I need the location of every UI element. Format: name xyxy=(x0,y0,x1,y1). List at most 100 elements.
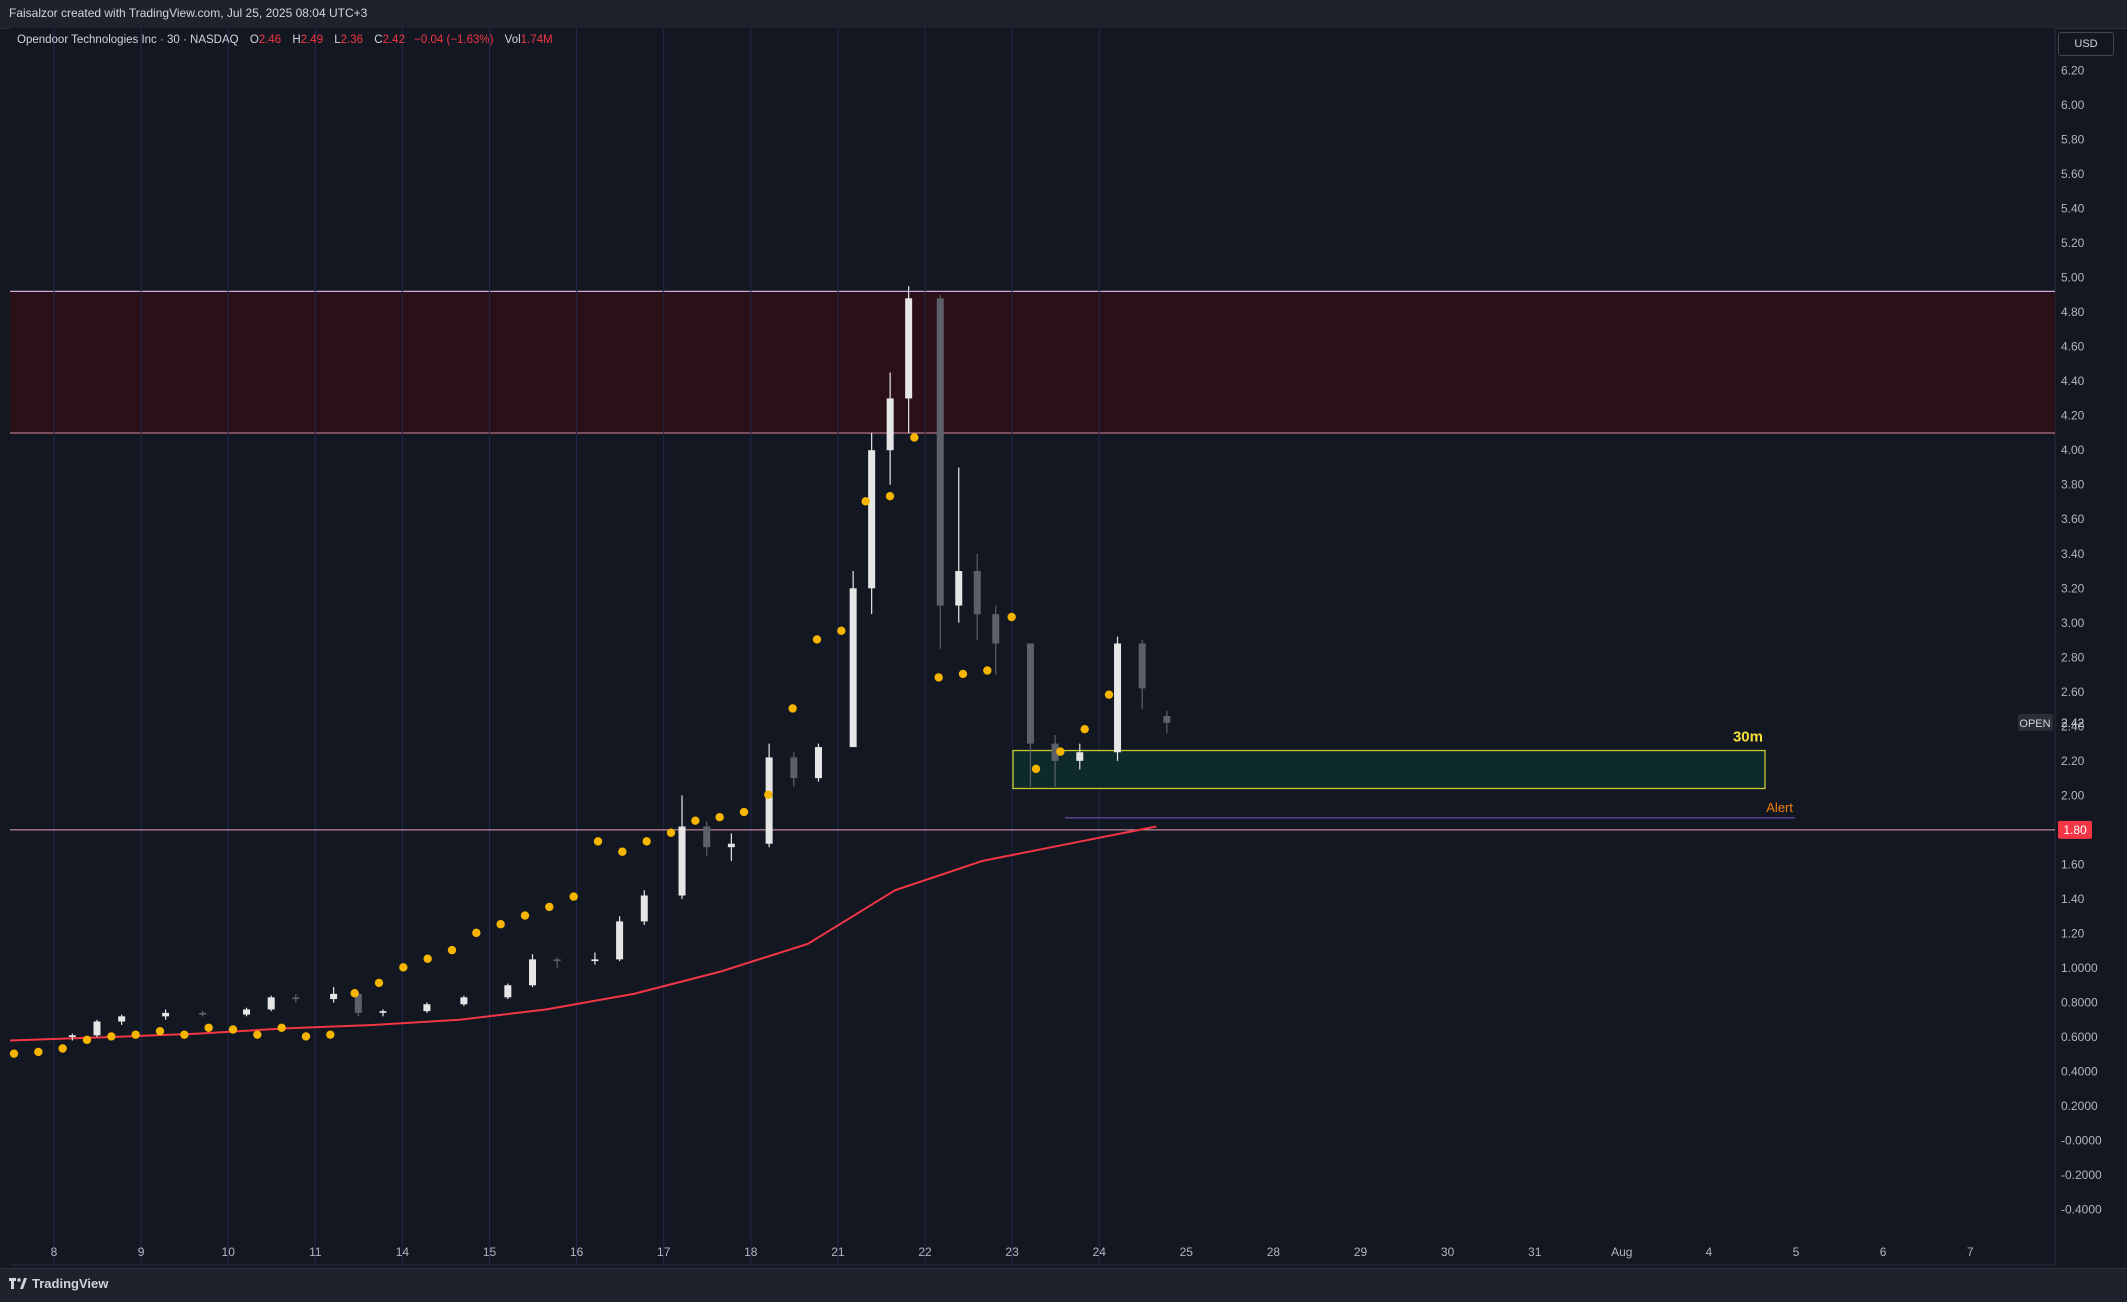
x-tick-label: 15 xyxy=(483,1245,497,1259)
y-tick-label: 5.20 xyxy=(2061,236,2085,250)
currency-selector[interactable]: USD xyxy=(2058,32,2114,56)
x-tick-label: 21 xyxy=(831,1245,845,1259)
x-tick-label: 18 xyxy=(744,1245,758,1259)
signal-dot xyxy=(1104,690,1114,699)
signal-dot xyxy=(885,491,895,501)
candle-body xyxy=(868,450,876,589)
y-tick-label: 3.60 xyxy=(2061,512,2085,526)
candle-body xyxy=(1138,643,1146,689)
signal-dot xyxy=(180,1030,189,1039)
close-value: 2.42 xyxy=(382,34,405,46)
candle-body xyxy=(243,1009,251,1015)
signal-dot xyxy=(277,1023,286,1032)
x-tick-label: 17 xyxy=(657,1245,671,1259)
y-tick-label: 0.6000 xyxy=(2061,1030,2098,1044)
volume-label: Vol xyxy=(504,34,521,46)
x-tick-label: 11 xyxy=(309,1245,322,1259)
signal-dot xyxy=(447,945,457,955)
y-tick-label: 3.40 xyxy=(2061,547,2085,561)
support-box-label: 30m xyxy=(1733,729,1763,746)
tradingview-brand: TradingView xyxy=(32,1276,109,1291)
y-tick-label: 4.60 xyxy=(2061,340,2085,354)
x-tick-label: 24 xyxy=(1093,1245,1107,1259)
x-tick-label: 10 xyxy=(222,1245,236,1259)
close-label: C xyxy=(374,34,383,46)
y-tick-label: 3.80 xyxy=(2061,478,2085,492)
resistance-zone xyxy=(10,291,2055,433)
signal-dot xyxy=(739,807,749,817)
candle-body xyxy=(765,757,773,844)
candle-body xyxy=(423,1004,431,1012)
signal-dot xyxy=(204,1023,213,1032)
alert-label: Alert xyxy=(1766,800,1793,815)
y-tick-label: 3.00 xyxy=(2061,616,2085,630)
candle-body xyxy=(849,588,857,748)
tradingview-logo-icon xyxy=(9,1277,27,1290)
y-tick-label: 0.4000 xyxy=(2061,1065,2098,1079)
symbol-legend: Opendoor Technologies Inc · 30 · NASDAQ … xyxy=(17,34,553,46)
y-tick-label: -0.4000 xyxy=(2061,1203,2102,1217)
candle-body xyxy=(267,997,275,1010)
signal-dot xyxy=(34,1047,43,1057)
signal-dot xyxy=(374,978,384,988)
signal-dot xyxy=(423,954,432,963)
x-tick-label: 31 xyxy=(1528,1245,1542,1259)
candle-body xyxy=(118,1016,126,1022)
candle-body xyxy=(703,826,711,848)
candle-body xyxy=(292,997,300,1000)
signal-dot xyxy=(520,911,530,920)
candle-body xyxy=(616,921,624,960)
x-tick-label: Aug xyxy=(1611,1245,1632,1259)
candle-body xyxy=(553,959,561,962)
candle-body xyxy=(790,757,798,779)
candle-body xyxy=(955,571,963,606)
candle-body xyxy=(992,614,1000,644)
signal-dot xyxy=(812,635,822,644)
x-tick-label: 9 xyxy=(138,1245,145,1259)
price-chart[interactable]: Alert 30m 6.20 6.00 5.80 5.60 5.40 5.20 5.00 4.80… xyxy=(0,0,2127,1301)
x-tick-label: 25 xyxy=(1180,1245,1194,1259)
y-tick-label: 6.00 xyxy=(2061,98,2085,112)
signal-dot xyxy=(691,816,700,825)
y-tick-label: 6.20 xyxy=(2061,63,2085,77)
signal-dot xyxy=(666,828,676,837)
signal-dot xyxy=(1031,764,1041,774)
signal-dot xyxy=(326,1030,335,1039)
signal-dot xyxy=(958,669,968,679)
candle-body xyxy=(379,1011,387,1013)
candle-body xyxy=(814,747,822,779)
candle-body xyxy=(1026,643,1034,744)
candle-body xyxy=(727,843,735,848)
signal-dot xyxy=(58,1044,67,1053)
signal-dot xyxy=(715,813,724,822)
x-tick-label: 16 xyxy=(570,1245,584,1259)
signal-dot xyxy=(837,626,846,635)
candle-body xyxy=(460,997,468,1005)
signal-dot xyxy=(399,963,408,972)
y-tick-label: 2.60 xyxy=(2061,685,2085,699)
y-tick-label: 1.0000 xyxy=(2061,961,2098,975)
y-tick-label: 1.20 xyxy=(2061,926,2085,940)
x-tick-label: 4 xyxy=(1706,1245,1713,1259)
x-tick-label: 23 xyxy=(1005,1245,1019,1259)
candle-body xyxy=(591,959,599,962)
candle-body xyxy=(1114,643,1122,753)
signal-dot xyxy=(228,1025,238,1034)
low-value: 2.36 xyxy=(340,34,364,46)
signal-dot xyxy=(934,673,943,682)
y-tick-label: -0.0000 xyxy=(2061,1134,2102,1148)
signal-dot xyxy=(131,1030,140,1039)
signal-dot xyxy=(545,902,554,912)
candle-body xyxy=(905,298,913,399)
signal-dot xyxy=(764,790,773,799)
y-tick-label: -0.2000 xyxy=(2061,1168,2102,1182)
y-tick-label: 5.40 xyxy=(2061,202,2085,216)
signal-dot xyxy=(496,920,505,929)
signal-dot xyxy=(82,1035,92,1045)
signal-dot xyxy=(301,1032,311,1041)
y-tick-label: 4.00 xyxy=(2061,443,2085,457)
y-tick-label: 0.8000 xyxy=(2061,996,2098,1010)
symbol-title: Opendoor Technologies Inc · 30 · NASDAQ xyxy=(17,34,239,46)
candle-body xyxy=(68,1035,76,1038)
y-tick-label: 4.20 xyxy=(2061,409,2085,423)
